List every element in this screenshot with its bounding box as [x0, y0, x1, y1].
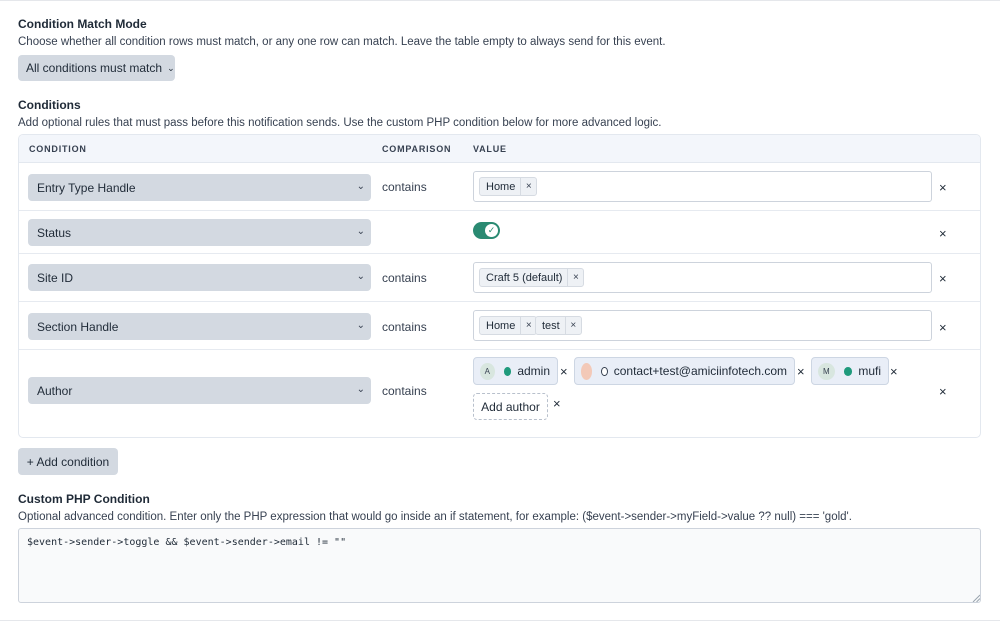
avatar: [581, 362, 593, 380]
status-toggle[interactable]: ✓: [473, 222, 500, 239]
condition-field-value: Site ID: [37, 270, 74, 285]
remove-author-button[interactable]: ×: [797, 364, 805, 379]
author-chip[interactable]: M mufi: [811, 357, 889, 385]
condition-field-select[interactable]: Site ID ⌄: [28, 264, 371, 291]
chevron-down-icon: ⌄: [356, 320, 365, 331]
chevron-down-icon: ⌄: [356, 384, 365, 395]
value-tag: Craft 5 (default) ×: [479, 268, 585, 287]
match-mode-select[interactable]: All conditions must match ⌄: [18, 55, 175, 81]
tag-remove-icon[interactable]: ×: [567, 269, 583, 286]
remove-row-button[interactable]: ×: [939, 384, 947, 399]
value-tag: Home ×: [479, 316, 538, 335]
comparison-label: contains: [382, 320, 427, 334]
column-comparison: COMPARISON: [382, 144, 452, 154]
avatar: M: [818, 362, 835, 380]
add-condition-button[interactable]: + Add condition: [18, 448, 118, 475]
table-row: Status ⌄ ✓ ×: [19, 211, 980, 254]
chevron-down-icon: ⌄: [356, 181, 365, 192]
condition-field-select[interactable]: Status ⌄: [28, 219, 371, 246]
match-mode-heading: Condition Match Mode: [18, 17, 147, 31]
match-mode-description: Choose whether all condition rows must m…: [18, 36, 666, 48]
remove-add-author-button[interactable]: ×: [553, 396, 561, 411]
author-name: contact+test@amiciinfotech.com: [613, 364, 787, 378]
conditions-table: CONDITION COMPARISON VALUE Entry Type Ha…: [18, 134, 981, 438]
condition-field-value: Author: [37, 383, 73, 398]
condition-field-value: Section Handle: [37, 319, 119, 334]
condition-field-select[interactable]: Entry Type Handle ⌄: [28, 174, 371, 201]
table-row: Section Handle ⌄ contains Home × test × …: [19, 302, 980, 350]
conditions-description: Add optional rules that must pass before…: [18, 117, 662, 129]
condition-field-value: Entry Type Handle: [37, 180, 136, 195]
tag-remove-icon[interactable]: ×: [564, 317, 581, 334]
status-inactive-icon: [601, 366, 608, 376]
value-tag: test ×: [535, 316, 582, 335]
status-active-icon: [843, 366, 853, 376]
match-mode-selected: All conditions must match: [26, 61, 163, 75]
author-chip[interactable]: A admin: [473, 357, 558, 385]
remove-author-button[interactable]: ×: [560, 364, 568, 379]
remove-row-button[interactable]: ×: [939, 180, 947, 195]
table-row: Author ⌄ contains A admin × contact+test…: [19, 350, 980, 437]
comparison-label: contains: [382, 180, 427, 194]
author-name: mufi: [858, 364, 881, 378]
column-value: VALUE: [473, 144, 507, 154]
custom-php-heading: Custom PHP Condition: [18, 492, 150, 506]
remove-row-button[interactable]: ×: [939, 226, 947, 241]
table-header: CONDITION COMPARISON VALUE: [19, 135, 980, 163]
table-row: Entry Type Handle ⌄ contains Home × ×: [19, 163, 980, 211]
value-tag-input[interactable]: Home ×: [473, 171, 932, 202]
check-icon: ✓: [485, 224, 498, 237]
column-condition: CONDITION: [29, 144, 87, 154]
custom-php-description: Optional advanced condition. Enter only …: [18, 511, 852, 523]
remove-row-button[interactable]: ×: [939, 271, 947, 286]
value-tag-label: Craft 5 (default): [486, 271, 563, 284]
condition-field-value: Status: [37, 225, 72, 240]
resize-handle-icon[interactable]: [972, 594, 980, 602]
add-author-button[interactable]: Add author: [473, 393, 548, 420]
remove-row-button[interactable]: ×: [939, 320, 947, 335]
chevron-down-icon: ⌄: [356, 226, 365, 237]
conditions-heading: Conditions: [18, 98, 81, 112]
status-active-icon: [503, 366, 512, 376]
top-divider: [0, 0, 1000, 1]
value-tag-input[interactable]: Home × test ×: [473, 310, 932, 341]
chevron-down-icon: ⌄: [167, 62, 175, 73]
value-tag-input[interactable]: Craft 5 (default) ×: [473, 262, 932, 293]
remove-author-button[interactable]: ×: [890, 364, 898, 379]
author-chip[interactable]: contact+test@amiciinfotech.com: [574, 357, 795, 385]
value-tag: Home ×: [479, 177, 538, 196]
avatar: A: [480, 362, 495, 380]
value-tag-label: Home: [486, 319, 516, 332]
tag-remove-icon[interactable]: ×: [520, 178, 536, 195]
condition-field-select[interactable]: Author ⌄: [28, 377, 371, 404]
value-tag-label: Home: [486, 180, 516, 193]
tag-remove-icon[interactable]: ×: [520, 317, 536, 334]
comparison-label: contains: [382, 384, 427, 398]
author-name: admin: [517, 364, 550, 378]
table-row: Site ID ⌄ contains Craft 5 (default) × ×: [19, 254, 980, 302]
value-tag-label: test: [542, 319, 560, 332]
condition-field-select[interactable]: Section Handle ⌄: [28, 313, 371, 340]
bottom-divider: [0, 620, 1000, 621]
custom-php-textarea[interactable]: $event->sender->toggle && $event->sender…: [18, 528, 981, 603]
chevron-down-icon: ⌄: [356, 271, 365, 282]
comparison-label: contains: [382, 271, 427, 285]
